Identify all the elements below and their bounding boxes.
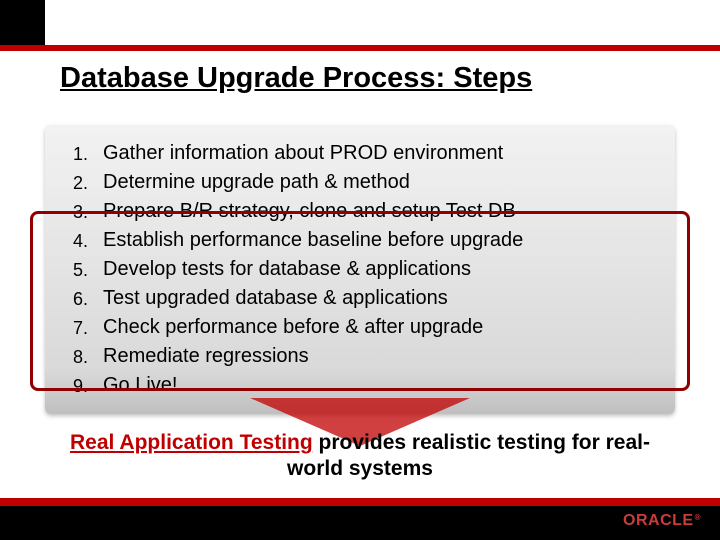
step-item: Go Live! [73,371,655,400]
steps-list: Gather information about PROD environmen… [73,139,655,400]
step-item: Prepare B/R strategy, clone and setup Te… [73,197,655,226]
step-item: Develop tests for database & application… [73,255,655,284]
step-item: Gather information about PROD environmen… [73,139,655,168]
brand-text: ORACLE [623,512,694,529]
callout-text: Real Application Testing provides realis… [0,430,720,483]
steps-panel: Gather information about PROD environmen… [45,125,675,414]
footer-bar [0,506,720,540]
callout-rest: provides realistic testing for real-worl… [287,431,650,480]
step-item: Determine upgrade path & method [73,168,655,197]
accent-bar-bottom [0,498,720,506]
corner-block [0,0,45,45]
accent-bar-top [0,45,720,51]
slide-title: Database Upgrade Process: Steps [60,62,532,95]
step-item: Check performance before & after upgrade [73,313,655,342]
brand-logo: ORACLE® [623,512,700,530]
callout-emphasis: Real Application Testing [70,431,313,454]
step-item: Remediate regressions [73,342,655,371]
registered-icon: ® [695,513,701,522]
step-item: Establish performance baseline before up… [73,226,655,255]
step-item: Test upgraded database & applications [73,284,655,313]
